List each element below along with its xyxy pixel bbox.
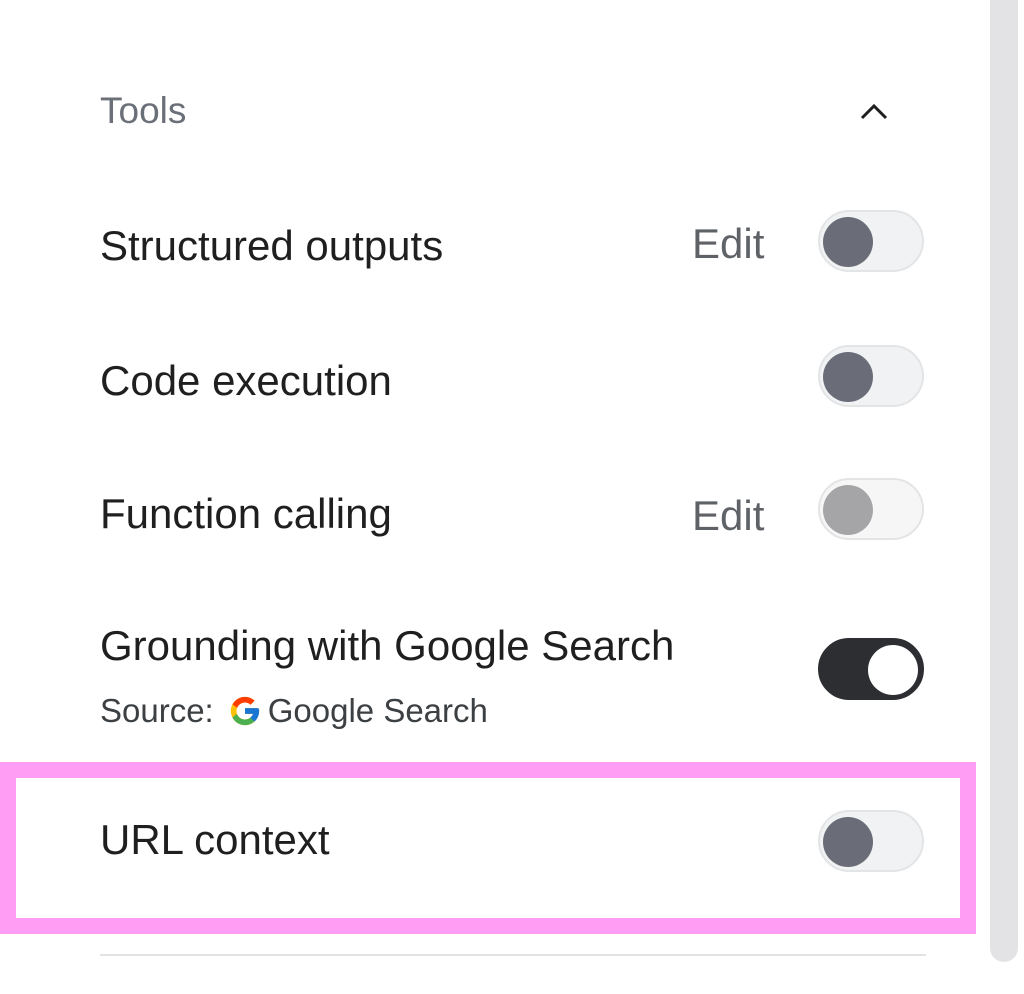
google-g-icon	[230, 696, 259, 726]
toggle-knob	[868, 645, 918, 695]
grounding-source: Source: Google Search	[100, 692, 488, 730]
divider	[100, 954, 926, 956]
tool-row-grounding-google-search: Grounding with Google Search Source: Goo…	[100, 616, 930, 736]
structured-outputs-toggle[interactable]	[818, 210, 924, 272]
grounding-label: Grounding with Google Search	[100, 622, 675, 669]
code-execution-label: Code execution	[100, 357, 392, 404]
structured-outputs-edit-button[interactable]: Edit	[692, 220, 764, 268]
code-execution-toggle[interactable]	[818, 345, 924, 407]
tool-row-function-calling: Function calling Edit	[100, 478, 930, 548]
toggle-knob	[823, 485, 873, 535]
toggle-knob	[823, 352, 873, 402]
tools-section-header[interactable]: Tools	[100, 82, 900, 138]
function-calling-edit-button[interactable]: Edit	[692, 492, 764, 540]
tool-row-url-context: URL context	[100, 810, 930, 880]
structured-outputs-label: Structured outputs	[100, 222, 444, 269]
function-calling-label: Function calling	[100, 490, 392, 537]
url-context-toggle[interactable]	[818, 810, 924, 872]
function-calling-toggle[interactable]	[818, 478, 924, 540]
source-name: Google Search	[267, 692, 488, 729]
chevron-up-icon[interactable]	[856, 98, 892, 124]
toggle-knob	[823, 817, 873, 867]
url-context-label: URL context	[100, 816, 330, 863]
tool-row-structured-outputs: Structured outputs Edit	[100, 210, 930, 280]
tools-panel: Tools Structured outputs Edit Code execu…	[0, 0, 1024, 994]
scrollbar[interactable]	[990, 0, 1018, 962]
tools-section-title: Tools	[100, 90, 187, 131]
toggle-knob	[823, 217, 873, 267]
grounding-toggle[interactable]	[818, 638, 924, 700]
tool-row-code-execution: Code execution	[100, 345, 930, 415]
source-label: Source:	[100, 692, 214, 729]
